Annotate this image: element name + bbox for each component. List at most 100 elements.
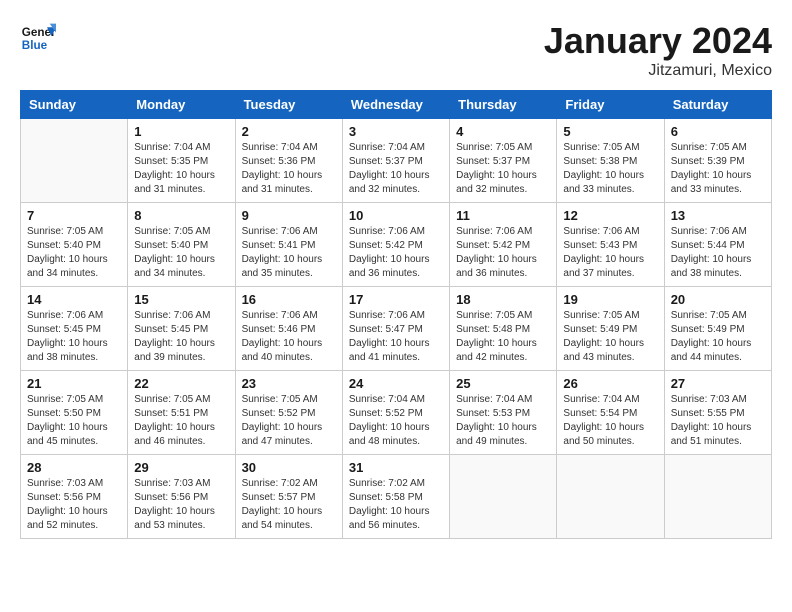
- header-tuesday: Tuesday: [235, 91, 342, 119]
- day-info: Sunrise: 7:04 AM Sunset: 5:53 PM Dayligh…: [456, 393, 550, 449]
- calendar-cell: 22 Sunrise: 7:05 AM Sunset: 5:51 PM Dayli…: [128, 371, 235, 455]
- calendar-week-5: 28 Sunrise: 7:03 AM Sunset: 5:56 PM Dayli…: [21, 455, 772, 539]
- calendar-week-4: 21 Sunrise: 7:05 AM Sunset: 5:50 PM Dayli…: [21, 371, 772, 455]
- day-info: Sunrise: 7:03 AM Sunset: 5:55 PM Dayligh…: [671, 393, 765, 449]
- day-number: 29: [134, 460, 228, 475]
- calendar-cell: 3 Sunrise: 7:04 AM Sunset: 5:37 PM Daylig…: [342, 119, 449, 203]
- day-info: Sunrise: 7:06 AM Sunset: 5:41 PM Dayligh…: [242, 225, 336, 281]
- calendar-cell: 15 Sunrise: 7:06 AM Sunset: 5:45 PM Dayli…: [128, 287, 235, 371]
- calendar-week-1: 1 Sunrise: 7:04 AM Sunset: 5:35 PM Daylig…: [21, 119, 772, 203]
- day-info: Sunrise: 7:05 AM Sunset: 5:51 PM Dayligh…: [134, 393, 228, 449]
- day-number: 21: [27, 376, 121, 391]
- day-number: 5: [563, 124, 657, 139]
- calendar-cell: 10Sunrise: 7:06 AM Sunset: 5:42 PM Dayli…: [342, 203, 449, 287]
- title-area: January 2024 Jitzamuri, Mexico: [544, 20, 772, 80]
- day-info: Sunrise: 7:06 AM Sunset: 5:47 PM Dayligh…: [349, 309, 443, 365]
- day-number: 10: [349, 208, 443, 223]
- day-number: 4: [456, 124, 550, 139]
- day-info: Sunrise: 7:04 AM Sunset: 5:36 PM Dayligh…: [242, 141, 336, 197]
- calendar-cell: 28 Sunrise: 7:03 AM Sunset: 5:56 PM Dayli…: [21, 455, 128, 539]
- page-header: General Blue January 2024 Jitzamuri, Mex…: [20, 20, 772, 80]
- calendar-cell: 19 Sunrise: 7:05 AM Sunset: 5:49 PM Dayli…: [557, 287, 664, 371]
- calendar-cell: 4 Sunrise: 7:05 AM Sunset: 5:37 PM Daylig…: [450, 119, 557, 203]
- day-info: Sunrise: 7:05 AM Sunset: 5:48 PM Dayligh…: [456, 309, 550, 365]
- calendar-cell: 23 Sunrise: 7:05 AM Sunset: 5:52 PM Dayli…: [235, 371, 342, 455]
- day-info: Sunrise: 7:05 AM Sunset: 5:37 PM Dayligh…: [456, 141, 550, 197]
- day-number: 3: [349, 124, 443, 139]
- day-info: Sunrise: 7:02 AM Sunset: 5:57 PM Dayligh…: [242, 477, 336, 533]
- calendar-cell: 18 Sunrise: 7:05 AM Sunset: 5:48 PM Dayli…: [450, 287, 557, 371]
- day-info: Sunrise: 7:05 AM Sunset: 5:49 PM Dayligh…: [671, 309, 765, 365]
- header-wednesday: Wednesday: [342, 91, 449, 119]
- day-info: Sunrise: 7:05 AM Sunset: 5:38 PM Dayligh…: [563, 141, 657, 197]
- calendar-cell: 6 Sunrise: 7:05 AM Sunset: 5:39 PM Daylig…: [664, 119, 771, 203]
- logo: General Blue: [20, 20, 56, 56]
- day-info: Sunrise: 7:04 AM Sunset: 5:54 PM Dayligh…: [563, 393, 657, 449]
- calendar-cell: [21, 119, 128, 203]
- day-number: 6: [671, 124, 765, 139]
- calendar-cell: 27Sunrise: 7:03 AM Sunset: 5:55 PM Dayli…: [664, 371, 771, 455]
- calendar-cell: 21 Sunrise: 7:05 AM Sunset: 5:50 PM Dayli…: [21, 371, 128, 455]
- day-number: 20: [671, 292, 765, 307]
- day-number: 26: [563, 376, 657, 391]
- day-number: 16: [242, 292, 336, 307]
- day-number: 28: [27, 460, 121, 475]
- calendar-cell: 1 Sunrise: 7:04 AM Sunset: 5:35 PM Daylig…: [128, 119, 235, 203]
- weekday-header-row: Sunday Monday Tuesday Wednesday Thursday…: [21, 91, 772, 119]
- calendar-week-3: 14Sunrise: 7:06 AM Sunset: 5:45 PM Dayli…: [21, 287, 772, 371]
- header-thursday: Thursday: [450, 91, 557, 119]
- day-info: Sunrise: 7:05 AM Sunset: 5:49 PM Dayligh…: [563, 309, 657, 365]
- day-number: 31: [349, 460, 443, 475]
- svg-text:Blue: Blue: [22, 39, 48, 52]
- day-info: Sunrise: 7:06 AM Sunset: 5:45 PM Dayligh…: [27, 309, 121, 365]
- header-sunday: Sunday: [21, 91, 128, 119]
- calendar-cell: [557, 455, 664, 539]
- header-friday: Friday: [557, 91, 664, 119]
- day-number: 19: [563, 292, 657, 307]
- day-info: Sunrise: 7:02 AM Sunset: 5:58 PM Dayligh…: [349, 477, 443, 533]
- day-info: Sunrise: 7:04 AM Sunset: 5:37 PM Dayligh…: [349, 141, 443, 197]
- header-monday: Monday: [128, 91, 235, 119]
- calendar-cell: 7Sunrise: 7:05 AM Sunset: 5:40 PM Daylig…: [21, 203, 128, 287]
- day-number: 17: [349, 292, 443, 307]
- day-info: Sunrise: 7:03 AM Sunset: 5:56 PM Dayligh…: [27, 477, 121, 533]
- day-number: 11: [456, 208, 550, 223]
- day-info: Sunrise: 7:06 AM Sunset: 5:44 PM Dayligh…: [671, 225, 765, 281]
- day-number: 13: [671, 208, 765, 223]
- day-info: Sunrise: 7:04 AM Sunset: 5:35 PM Dayligh…: [134, 141, 228, 197]
- calendar-cell: 16 Sunrise: 7:06 AM Sunset: 5:46 PM Dayli…: [235, 287, 342, 371]
- day-info: Sunrise: 7:06 AM Sunset: 5:46 PM Dayligh…: [242, 309, 336, 365]
- day-number: 9: [242, 208, 336, 223]
- day-number: 18: [456, 292, 550, 307]
- calendar-cell: [664, 455, 771, 539]
- calendar-cell: 17 Sunrise: 7:06 AM Sunset: 5:47 PM Dayli…: [342, 287, 449, 371]
- day-number: 24: [349, 376, 443, 391]
- day-info: Sunrise: 7:06 AM Sunset: 5:42 PM Dayligh…: [456, 225, 550, 281]
- calendar-cell: 12 Sunrise: 7:06 AM Sunset: 5:43 PM Dayli…: [557, 203, 664, 287]
- calendar-cell: 8Sunrise: 7:05 AM Sunset: 5:40 PM Daylig…: [128, 203, 235, 287]
- day-info: Sunrise: 7:05 AM Sunset: 5:39 PM Dayligh…: [671, 141, 765, 197]
- calendar-cell: 2Sunrise: 7:04 AM Sunset: 5:36 PM Daylig…: [235, 119, 342, 203]
- calendar-cell: 29 Sunrise: 7:03 AM Sunset: 5:56 PM Dayli…: [128, 455, 235, 539]
- day-info: Sunrise: 7:05 AM Sunset: 5:50 PM Dayligh…: [27, 393, 121, 449]
- day-number: 8: [134, 208, 228, 223]
- calendar-cell: 26 Sunrise: 7:04 AM Sunset: 5:54 PM Dayli…: [557, 371, 664, 455]
- day-number: 23: [242, 376, 336, 391]
- day-info: Sunrise: 7:06 AM Sunset: 5:43 PM Dayligh…: [563, 225, 657, 281]
- calendar-cell: 24Sunrise: 7:04 AM Sunset: 5:52 PM Dayli…: [342, 371, 449, 455]
- calendar-cell: 31 Sunrise: 7:02 AM Sunset: 5:58 PM Dayli…: [342, 455, 449, 539]
- day-number: 30: [242, 460, 336, 475]
- calendar-cell: 13 Sunrise: 7:06 AM Sunset: 5:44 PM Dayli…: [664, 203, 771, 287]
- calendar-cell: 9 Sunrise: 7:06 AM Sunset: 5:41 PM Daylig…: [235, 203, 342, 287]
- day-info: Sunrise: 7:05 AM Sunset: 5:52 PM Dayligh…: [242, 393, 336, 449]
- day-info: Sunrise: 7:06 AM Sunset: 5:45 PM Dayligh…: [134, 309, 228, 365]
- day-number: 12: [563, 208, 657, 223]
- day-number: 7: [27, 208, 121, 223]
- day-number: 15: [134, 292, 228, 307]
- header-saturday: Saturday: [664, 91, 771, 119]
- calendar-cell: [450, 455, 557, 539]
- calendar-subtitle: Jitzamuri, Mexico: [544, 62, 772, 80]
- day-number: 22: [134, 376, 228, 391]
- day-info: Sunrise: 7:03 AM Sunset: 5:56 PM Dayligh…: [134, 477, 228, 533]
- day-number: 1: [134, 124, 228, 139]
